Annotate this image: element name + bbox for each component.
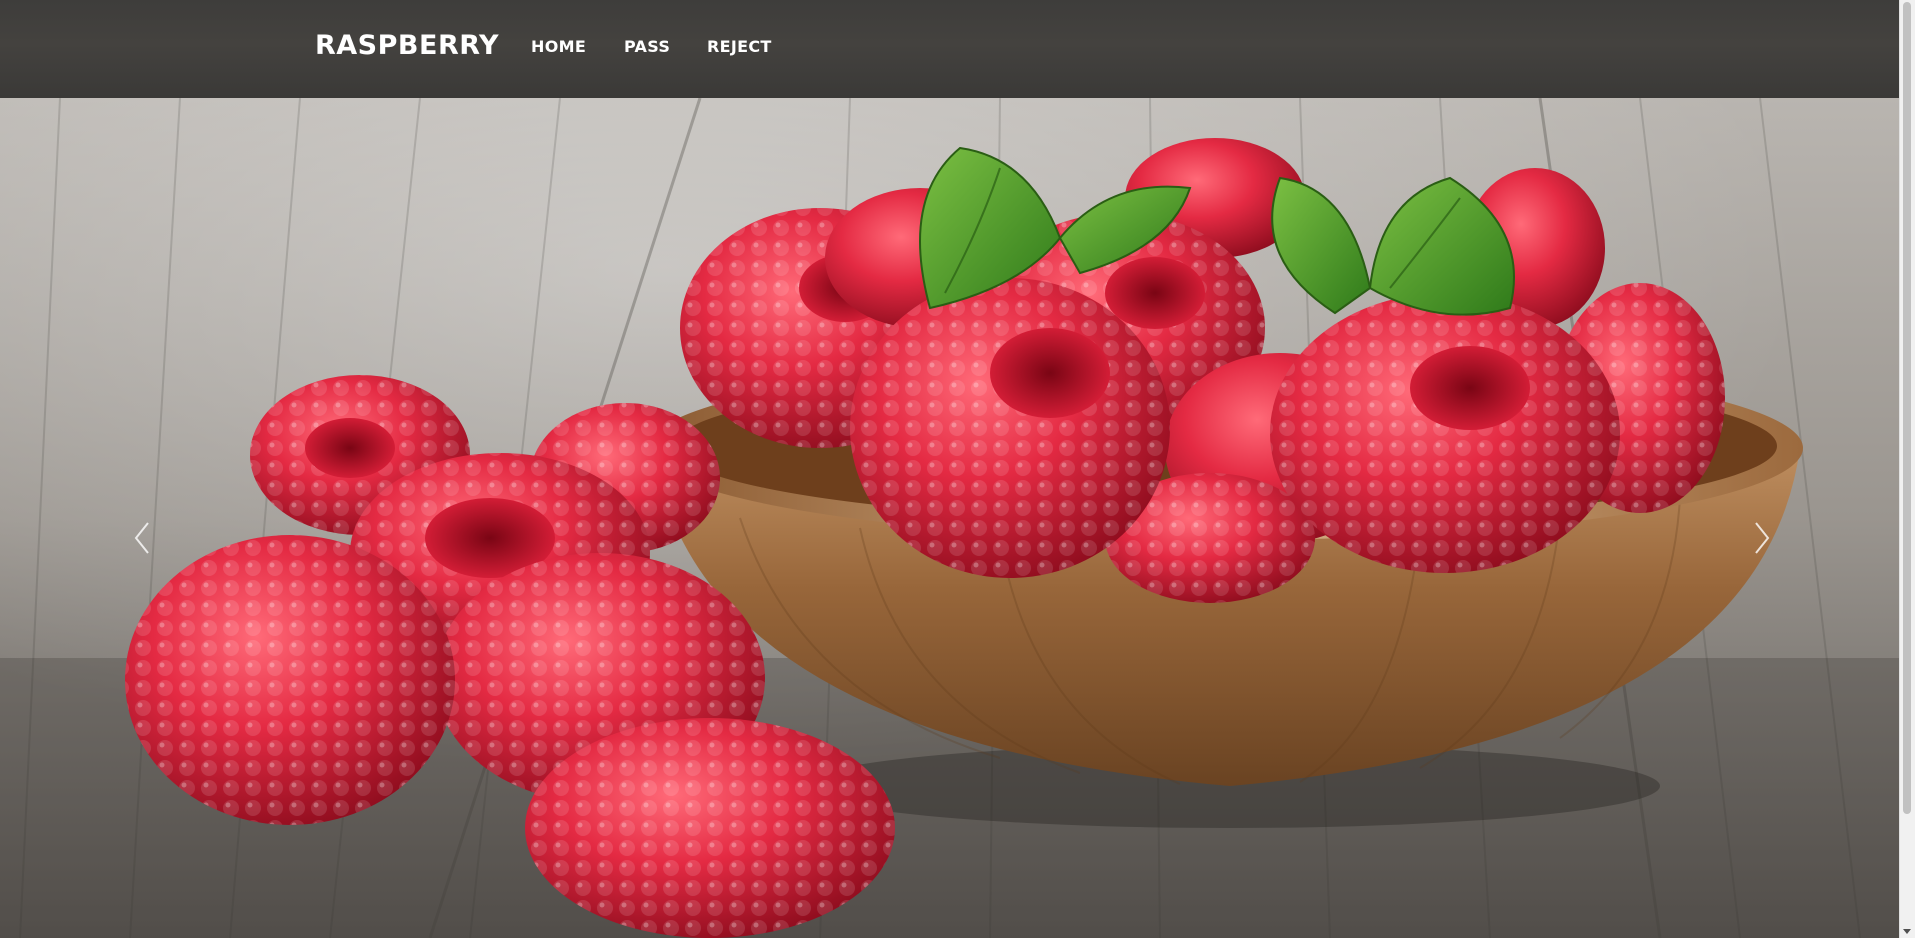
top-navbar: RASPBERRY HOME PASS REJECT <box>0 0 1900 98</box>
page: RASPBERRY HOME PASS REJECT <box>0 0 1915 938</box>
brand-logo-link[interactable]: RASPBERRY <box>315 30 499 61</box>
scroll-down-arrow-icon[interactable] <box>1903 929 1911 934</box>
carousel-prev-button[interactable] <box>128 518 158 558</box>
nav-link-reject[interactable]: REJECT <box>707 37 772 56</box>
hero-raspberry-image <box>0 98 1900 938</box>
carousel-next-button[interactable] <box>1746 518 1776 558</box>
chevron-left-icon <box>134 522 149 554</box>
nav-link-pass[interactable]: PASS <box>624 37 670 56</box>
nav-link-home[interactable]: HOME <box>531 37 586 56</box>
chevron-right-icon <box>1755 522 1770 554</box>
hero-carousel <box>0 98 1900 938</box>
scrollbar-thumb[interactable] <box>1903 2 1911 814</box>
page-scrollbar[interactable] <box>1899 0 1915 938</box>
